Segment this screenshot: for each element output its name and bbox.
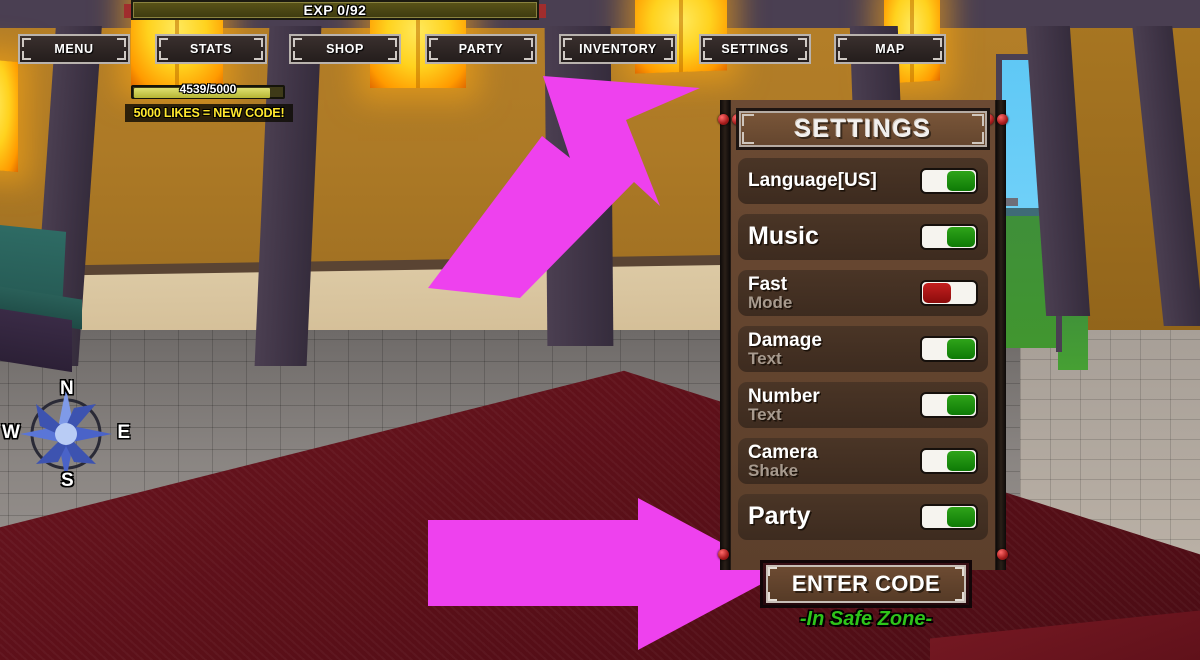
panel-rivet: [718, 549, 729, 560]
likes-promo-text: 5000 LIKES = NEW CODE!: [125, 104, 293, 122]
nav-button-label: INVENTORY: [579, 42, 657, 56]
nav-button-label: STATS: [189, 42, 233, 56]
settings-row-label: Fast: [748, 273, 788, 295]
settings-panel-rail-right: [996, 100, 1006, 570]
settings-row-label: Music: [748, 222, 819, 251]
settings-row-text: Camera Shake: [748, 441, 920, 481]
toggle-camera[interactable]: [920, 448, 978, 474]
enter-code-button[interactable]: ENTER CODE: [760, 560, 972, 608]
settings-panel: SETTINGS Language[US] Music Fast Mode Damage…: [716, 100, 1010, 570]
settings-row-text: Party: [748, 504, 920, 530]
settings-row-language-us[interactable]: Language[US]: [738, 158, 988, 204]
bench: [0, 307, 72, 373]
settings-row-number[interactable]: Number Text: [738, 382, 988, 428]
settings-title-text: SETTINGS: [794, 114, 932, 143]
glowing-window: [0, 57, 18, 173]
toggle-fast[interactable]: [920, 280, 978, 306]
arrow-to-settings-icon: [428, 76, 700, 298]
toggle-party[interactable]: [920, 504, 978, 530]
settings-row-text: Number Text: [748, 385, 920, 425]
compass-label-west: W: [2, 422, 20, 443]
exp-bar-label: EXP 0/92: [303, 2, 367, 18]
nav-button-menu[interactable]: MENU: [18, 34, 130, 64]
settings-row-camera[interactable]: Camera Shake: [738, 438, 988, 484]
settings-row-label: Language[US]: [748, 170, 877, 192]
settings-row-sublabel: Shake: [748, 461, 799, 481]
compass: N S W E: [2, 378, 130, 491]
settings-row-sublabel: Text: [748, 349, 782, 369]
nav-button-stats[interactable]: STATS: [155, 34, 267, 64]
likes-progress-label: 4539/5000: [179, 82, 237, 96]
nav-button-label: SHOP: [326, 42, 364, 56]
toggle-number[interactable]: [920, 392, 978, 418]
settings-row-label: Camera: [748, 441, 818, 463]
compass-label-south: S: [61, 470, 74, 491]
toggle-knob: [947, 507, 975, 527]
enter-code-inner: ENTER CODE: [766, 565, 966, 603]
enter-code-label: ENTER CODE: [791, 571, 941, 596]
panel-rivet: [997, 549, 1008, 560]
nav-button-shop[interactable]: SHOP: [289, 34, 401, 64]
exp-bar: EXP 0/92: [124, 0, 546, 20]
compass-label-north: N: [60, 378, 74, 399]
toggle-knob: [947, 451, 975, 471]
settings-row-label: Number: [748, 385, 820, 407]
settings-row-text: Fast Mode: [748, 273, 920, 313]
toggle-knob: [947, 171, 975, 191]
settings-row-damage[interactable]: Damage Text: [738, 326, 988, 372]
compass-label-east: E: [117, 422, 130, 443]
nav-button-label: SETTINGS: [721, 42, 789, 56]
settings-row-party[interactable]: Party: [738, 494, 988, 540]
toggle-music[interactable]: [920, 224, 978, 250]
toggle-knob: [923, 283, 951, 303]
panel-rivet: [997, 114, 1008, 125]
toggle-knob: [947, 227, 975, 247]
settings-row-music[interactable]: Music: [738, 214, 988, 260]
safe-zone-note: -In Safe Zone-: [799, 608, 933, 630]
nav-button-label: PARTY: [458, 42, 504, 56]
settings-row-sublabel: Mode: [748, 293, 793, 313]
settings-row-text: Language[US]: [748, 170, 920, 192]
toggle-damage[interactable]: [920, 336, 978, 362]
toggle-knob: [947, 395, 975, 415]
toggle-language-us[interactable]: [920, 168, 978, 194]
settings-row-text: Damage Text: [748, 329, 920, 369]
settings-row-sublabel: Text: [748, 405, 782, 425]
exp-bar-cap-right: [539, 4, 546, 18]
settings-panel-rail-left: [720, 100, 730, 570]
nav-button-label: MAP: [875, 42, 905, 56]
panel-rivet: [718, 114, 729, 125]
settings-rows-list: Language[US] Music Fast Mode Damage Text Numbe…: [738, 158, 988, 550]
settings-panel-title: SETTINGS: [736, 108, 990, 150]
settings-row-label: Damage: [748, 329, 822, 351]
nav-button-map[interactable]: MAP: [834, 34, 946, 64]
exp-bar-cap-left: [124, 4, 131, 18]
settings-row-fast[interactable]: Fast Mode: [738, 270, 988, 316]
nav-button-label: MENU: [54, 42, 94, 56]
settings-row-label: Party: [748, 502, 811, 531]
settings-row-text: Music: [748, 224, 920, 250]
toggle-knob: [947, 339, 975, 359]
game-screenshot: EXP 0/92 4539/5000 5000 LIKES = NEW CODE…: [0, 0, 1200, 660]
